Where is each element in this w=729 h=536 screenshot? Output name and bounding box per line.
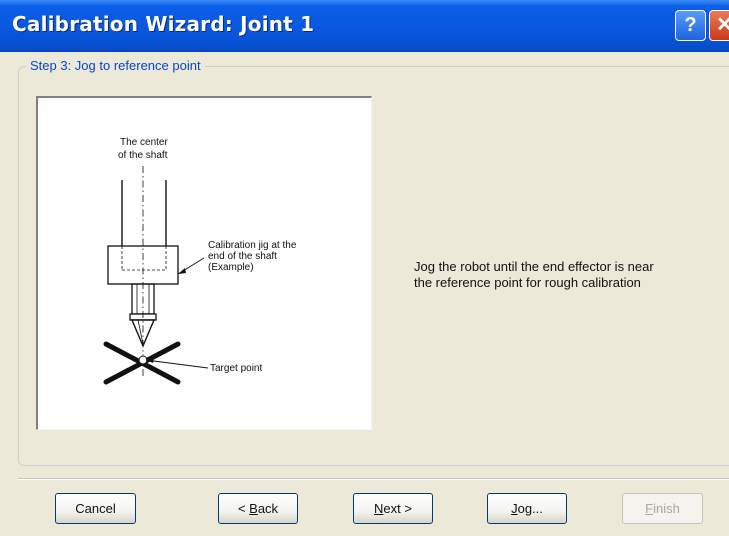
cancel-label: Cancel: [75, 501, 116, 516]
instruction-line1: Jog the robot until the end effector is …: [414, 259, 654, 274]
finish-button[interactable]: Finish: [622, 493, 703, 524]
instruction-text: Jog the robot until the end effector is …: [414, 259, 714, 291]
target-leader: [145, 359, 209, 369]
close-icon: ✕: [716, 14, 729, 36]
center-label-line1: The center: [120, 137, 168, 148]
instruction-line2: the reference point for rough calibratio…: [414, 275, 641, 290]
button-separator: [18, 478, 729, 480]
help-button[interactable]: ?: [675, 10, 706, 41]
jig-label-line1: Calibration jig at the: [208, 240, 297, 251]
jog-label-suffix: og...: [517, 501, 543, 516]
reference-figure: The center of the shaft Calibration jig …: [36, 96, 372, 430]
close-button[interactable]: ✕: [709, 10, 729, 41]
center-label-line2: of the shaft: [118, 150, 168, 161]
jig-leader-arrow: [178, 268, 186, 274]
target-marker: [138, 355, 148, 365]
back-button[interactable]: < Back: [218, 493, 298, 524]
back-mnemonic: B: [249, 501, 258, 516]
jig-label-line2: end of the shaft: [208, 251, 277, 262]
target-label: Target point: [210, 363, 262, 374]
back-label-prefix: <: [237, 501, 250, 516]
calibration-diagram: The center of the shaft Calibration jig …: [103, 137, 297, 385]
back-label-suffix: ack: [257, 501, 279, 516]
window-title: Calibration Wizard: Joint 1: [12, 12, 315, 36]
step-label: Step 3: Jog to reference point: [26, 58, 205, 73]
jig-label-line3: (Example): [208, 262, 254, 273]
next-mnemonic: N: [374, 501, 384, 516]
title-bar[interactable]: Calibration Wizard: Joint 1 ? ✕: [0, 0, 729, 52]
finish-mnemonic: F: [645, 501, 654, 516]
finish-label-suffix: inish: [653, 501, 680, 516]
calibration-wizard-window: Calibration Wizard: Joint 1 ? ✕ Step 3: …: [0, 0, 729, 536]
cancel-button[interactable]: Cancel: [55, 493, 136, 524]
help-icon: ?: [684, 14, 697, 36]
next-label-suffix: ext >: [383, 501, 412, 516]
next-button[interactable]: Next >: [353, 493, 433, 524]
jog-button[interactable]: Jog...: [487, 493, 567, 524]
